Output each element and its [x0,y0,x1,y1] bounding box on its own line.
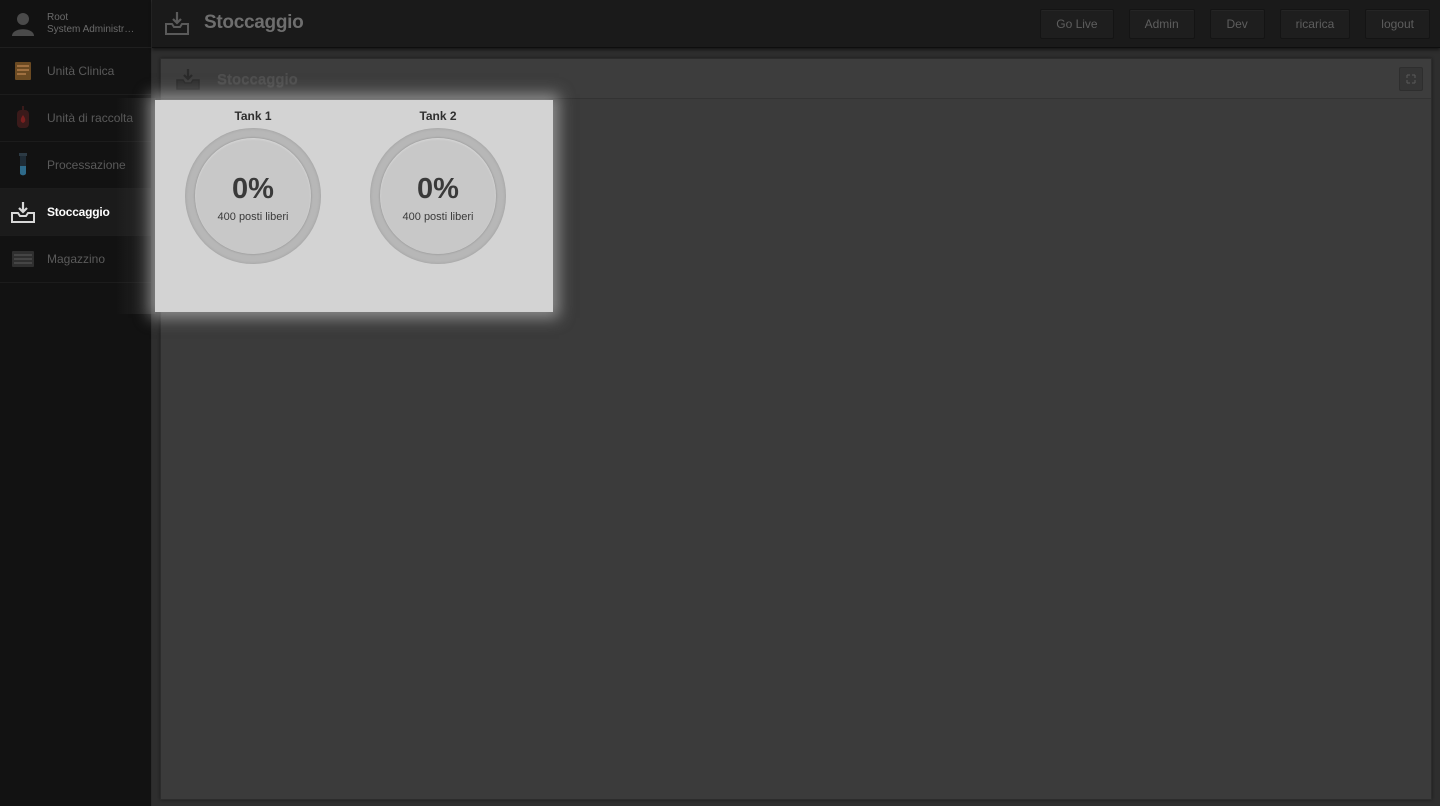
tank-card[interactable]: Tank 1 0% 400 posti liberi [178,100,328,264]
tank-gauge-inner: 0% 400 posti liberi [195,138,311,254]
reload-button[interactable]: ricarica [1279,9,1351,39]
sidebar-item-processazione[interactable]: Processazione [0,142,151,189]
expand-icon [1406,74,1416,84]
go-live-button[interactable]: Go Live [1040,9,1114,39]
app-root: Root System Administr… Unità Clinica Uni… [0,0,1440,806]
tank-gauge-inner: 0% 400 posti liberi [380,138,496,254]
sidebar-item-label: Unità Clinica [47,64,115,78]
archive-icon [10,246,36,272]
dev-button[interactable]: Dev [1209,9,1265,39]
top-bar: Stoccaggio Go Live Admin Dev ricarica lo… [152,0,1440,48]
panel-title: Stoccaggio [217,71,298,88]
panel-header: Stoccaggio [161,59,1431,99]
tank-free-slots: 400 posti liberi [402,211,474,223]
tank-card[interactable]: Tank 2 0% 400 posti liberi [363,100,513,264]
admin-button[interactable]: Admin [1128,9,1195,39]
test-tube-icon [10,152,36,178]
sidebar-item-magazzino[interactable]: Magazzino [0,236,151,283]
user-info: Root System Administr… [47,12,147,36]
sidebar-item-unita-clinica[interactable]: Unità Clinica [0,48,151,95]
sidebar-item-label: Stoccaggio [47,205,110,219]
tank-free-slots: 400 posti liberi [217,211,289,223]
inbox-download-icon [10,199,36,225]
logout-button[interactable]: logout [1365,9,1430,39]
inbox-download-icon [165,12,189,35]
tank-gauge: 0% 400 posti liberi [370,128,506,264]
sidebar-item-unita-di-raccolta[interactable]: Unità di raccolta [0,95,151,142]
panel-expand-button[interactable] [1399,67,1423,91]
tank-fill-percent: 0% [417,173,459,205]
sidebar-item-label: Unità di raccolta [47,111,134,125]
tanks-area: Tank 1 0% 400 posti liberi Tank 2 0% 400… [155,100,553,312]
tank-title: Tank 2 [419,109,457,123]
blood-bag-icon [10,105,36,131]
tank-title: Tank 1 [234,109,272,123]
user-role: System Administr… [47,23,135,35]
sidebar-item-stoccaggio[interactable]: Stoccaggio [0,189,151,236]
clipboard-icon [10,58,36,84]
user-name: Root [47,11,69,23]
page-title: Stoccaggio [204,12,304,33]
user-box[interactable]: Root System Administr… [0,0,151,48]
tank-fill-percent: 0% [232,173,274,205]
top-button-group: Go Live Admin Dev ricarica logout [1040,9,1430,39]
inbox-download-icon [176,69,200,90]
tank-gauge: 0% 400 posti liberi [185,128,321,264]
sidebar: Root System Administr… Unità Clinica Uni… [0,0,152,806]
sidebar-item-label: Magazzino [47,252,106,266]
sidebar-item-label: Processazione [47,158,126,172]
user-avatar-icon [12,12,34,36]
